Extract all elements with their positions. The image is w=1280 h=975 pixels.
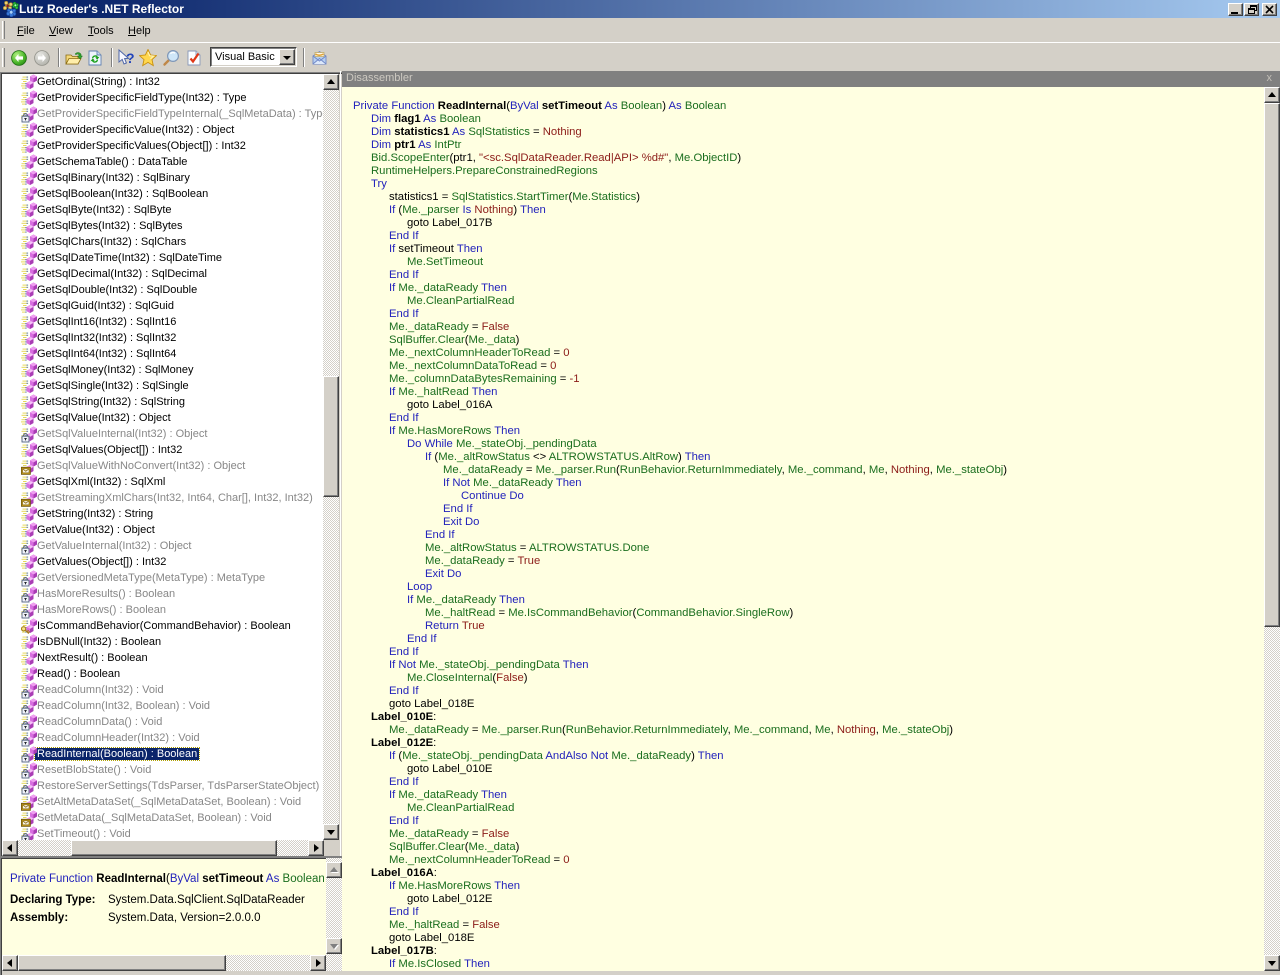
- svg-text:?: ?: [126, 50, 135, 66]
